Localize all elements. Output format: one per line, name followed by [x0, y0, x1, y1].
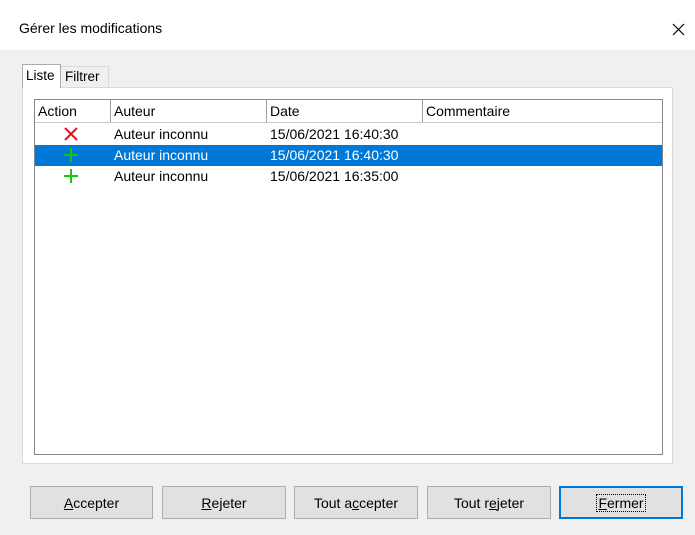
table-row[interactable]: Auteur inconnu 15/06/2021 16:35:00	[35, 166, 662, 187]
reject-button[interactable]: Rejeter	[162, 486, 286, 519]
accept-all-button[interactable]: Tout accepter	[294, 486, 418, 519]
tab-liste[interactable]: Liste	[22, 64, 61, 88]
changes-list[interactable]: Action Auteur Date Commentaire Auteur in…	[34, 99, 663, 455]
table-row[interactable]: Auteur inconnu 15/06/2021 16:40:30	[35, 124, 662, 145]
row-date: 15/06/2021 16:40:30	[270, 147, 399, 163]
tab-panel-liste: Action Auteur Date Commentaire Auteur in…	[22, 87, 673, 464]
reject-x-icon	[63, 126, 79, 142]
row-author: Auteur inconnu	[114, 168, 209, 184]
insert-plus-icon	[63, 147, 79, 163]
list-header: Action Auteur Date Commentaire	[35, 100, 662, 123]
column-header-comment[interactable]: Commentaire	[423, 100, 662, 122]
reject-all-button[interactable]: Tout rejeter	[427, 486, 551, 519]
insert-plus-icon	[63, 168, 79, 184]
column-header-author[interactable]: Auteur	[111, 100, 267, 122]
accept-all-label: Tout accepter	[313, 494, 399, 511]
tab-filtrer[interactable]: Filtrer	[61, 66, 109, 88]
reject-all-label: Tout rejeter	[453, 494, 525, 511]
reject-label: Rejeter	[201, 494, 247, 511]
dialog-body: Liste Filtrer Action Auteur Date Comment…	[0, 50, 695, 535]
close-button[interactable]: Fermer	[559, 486, 683, 519]
close-icon	[672, 23, 685, 36]
title-bar: Gérer les modifications	[0, 0, 695, 50]
close-dialog-button[interactable]	[664, 14, 694, 44]
close-label: Fermer	[596, 493, 646, 512]
column-header-action[interactable]: Action	[35, 100, 111, 122]
column-header-date[interactable]: Date	[267, 100, 423, 122]
accept-button[interactable]: Accepter	[30, 486, 153, 519]
row-author: Auteur inconnu	[114, 147, 209, 163]
row-date: 15/06/2021 16:40:30	[270, 126, 399, 142]
row-author: Auteur inconnu	[114, 126, 209, 142]
row-date: 15/06/2021 16:35:00	[270, 168, 399, 184]
accept-label: Accepter	[63, 494, 120, 511]
dialog-title: Gérer les modifications	[19, 20, 163, 36]
table-row-selected[interactable]: Auteur inconnu 15/06/2021 16:40:30	[35, 145, 662, 166]
